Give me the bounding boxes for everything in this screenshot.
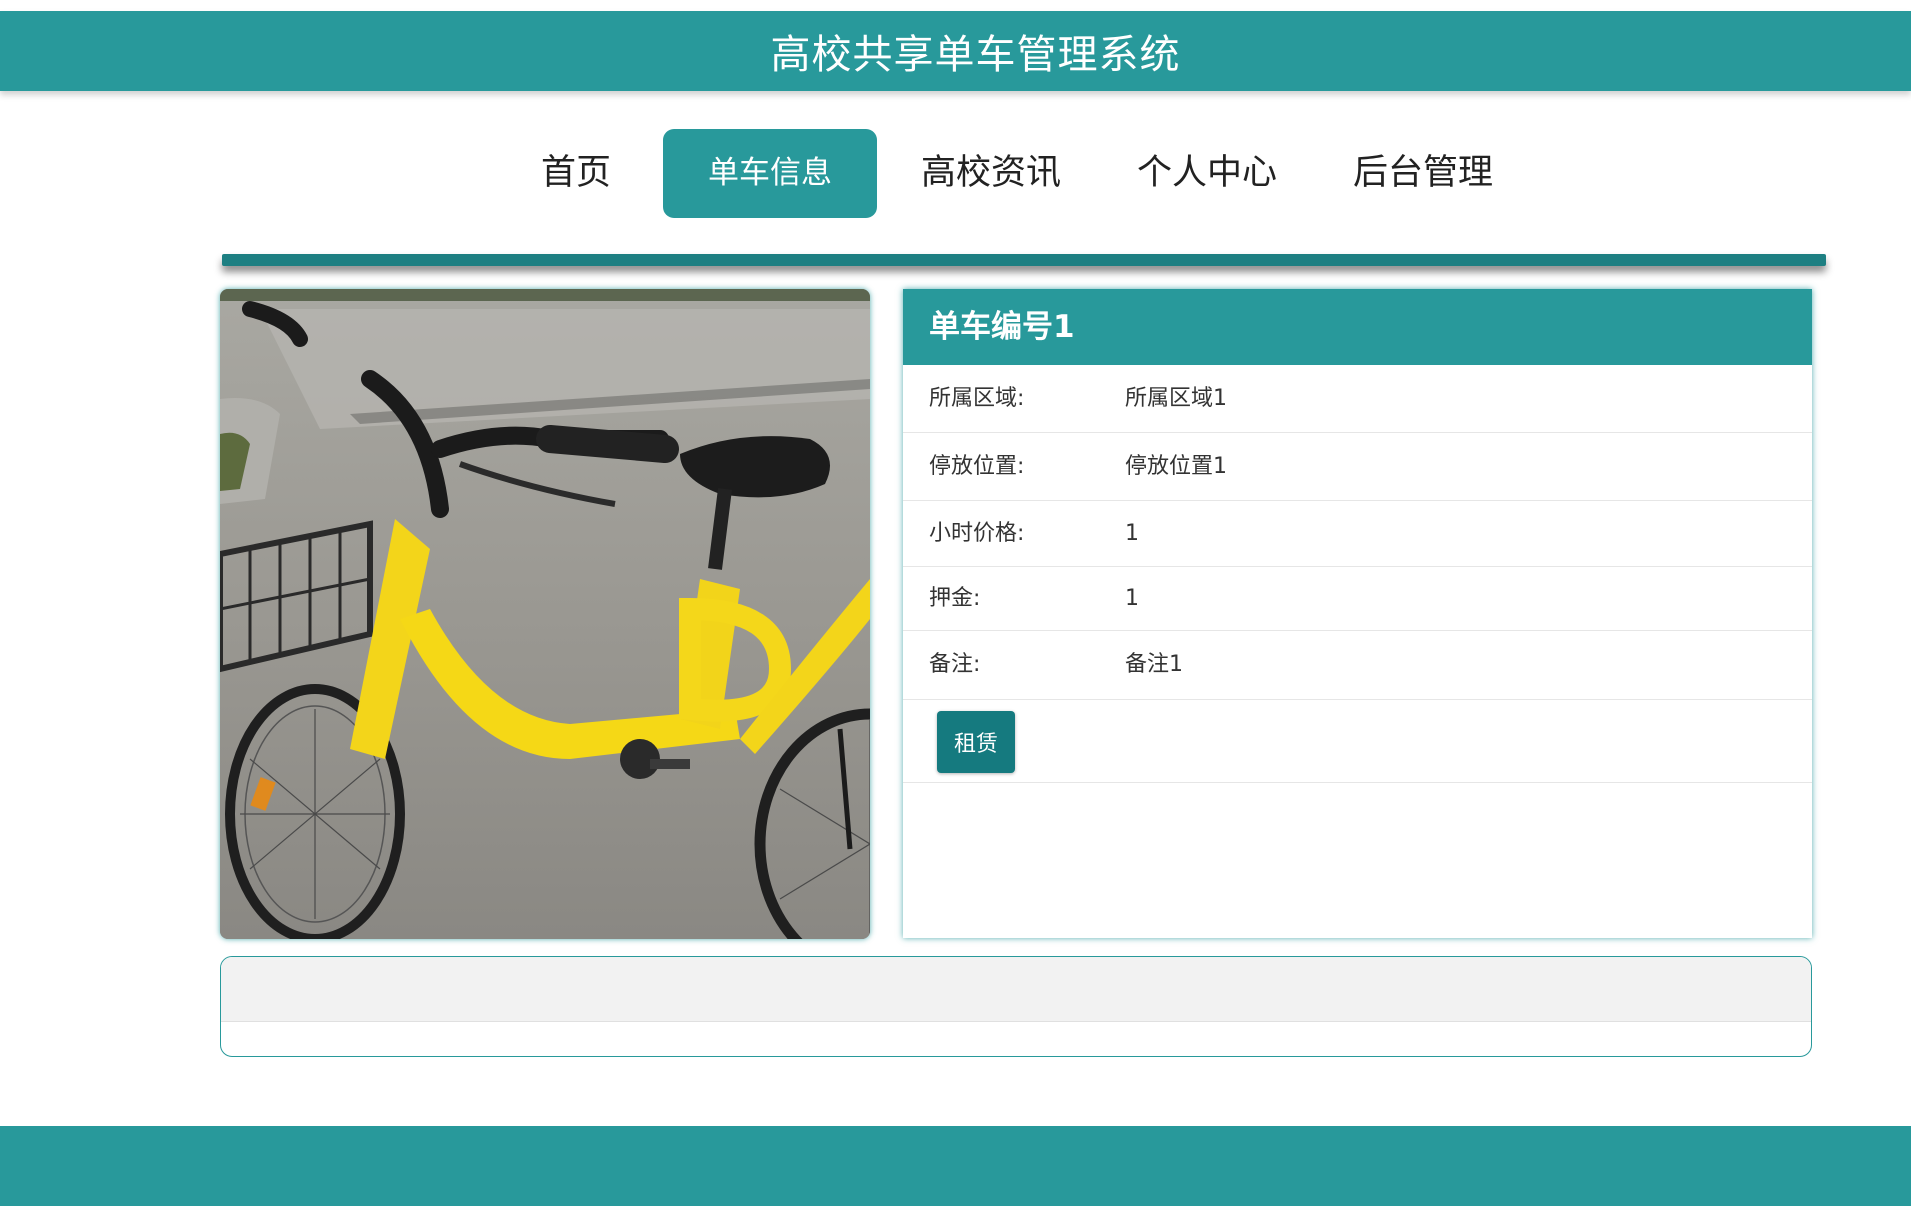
- nav-campus-news[interactable]: 高校资讯: [918, 129, 1064, 218]
- detail-value: 停放位置1: [1125, 454, 1227, 479]
- bike-detail-panel: 单车编号1 所属区域: 所属区域1 停放位置: 停放位置1 小时价格: 1 押金…: [903, 289, 1812, 938]
- site-header: 高校共享单车管理系统: [0, 11, 1911, 91]
- bike-title: 单车编号1: [903, 289, 1812, 365]
- detail-label: 押金:: [929, 586, 981, 611]
- bike-photo: [220, 289, 870, 939]
- detail-value: 备注1: [1125, 652, 1183, 677]
- rent-button[interactable]: 租赁: [937, 711, 1015, 773]
- detail-value: 1: [1125, 586, 1139, 611]
- detail-row-hourly-price: 小时价格: 1: [903, 501, 1812, 567]
- detail-row-location: 停放位置: 停放位置1: [903, 433, 1812, 501]
- detail-label: 小时价格:: [929, 521, 1025, 546]
- detail-row-remark: 备注: 备注1: [903, 631, 1812, 700]
- section-divider: [222, 254, 1826, 266]
- yellow-bike-photo: [220, 289, 870, 939]
- nav-admin[interactable]: 后台管理: [1350, 129, 1496, 218]
- site-title: 高校共享单车管理系统: [770, 32, 1181, 78]
- nav-bike-info[interactable]: 单车信息: [663, 129, 877, 218]
- lower-content-box: [220, 956, 1812, 1057]
- nav-personal-center[interactable]: 个人中心: [1134, 129, 1280, 218]
- detail-label: 所属区域:: [929, 386, 1025, 411]
- detail-value: 1: [1125, 521, 1139, 546]
- detail-row-deposit: 押金: 1: [903, 567, 1812, 631]
- main-nav: 首页 单车信息 高校资讯 个人中心 后台管理: [0, 129, 1911, 218]
- detail-label: 停放位置:: [929, 454, 1025, 479]
- detail-value: 所属区域1: [1125, 386, 1227, 411]
- detail-label: 备注:: [929, 652, 981, 677]
- lower-box-header: [221, 957, 1811, 1022]
- nav-home[interactable]: 首页: [526, 129, 626, 218]
- top-strip: [0, 0, 1911, 11]
- detail-row-area: 所属区域: 所属区域1: [903, 365, 1812, 433]
- site-footer: [0, 1126, 1911, 1206]
- action-row: 租赁: [903, 700, 1812, 783]
